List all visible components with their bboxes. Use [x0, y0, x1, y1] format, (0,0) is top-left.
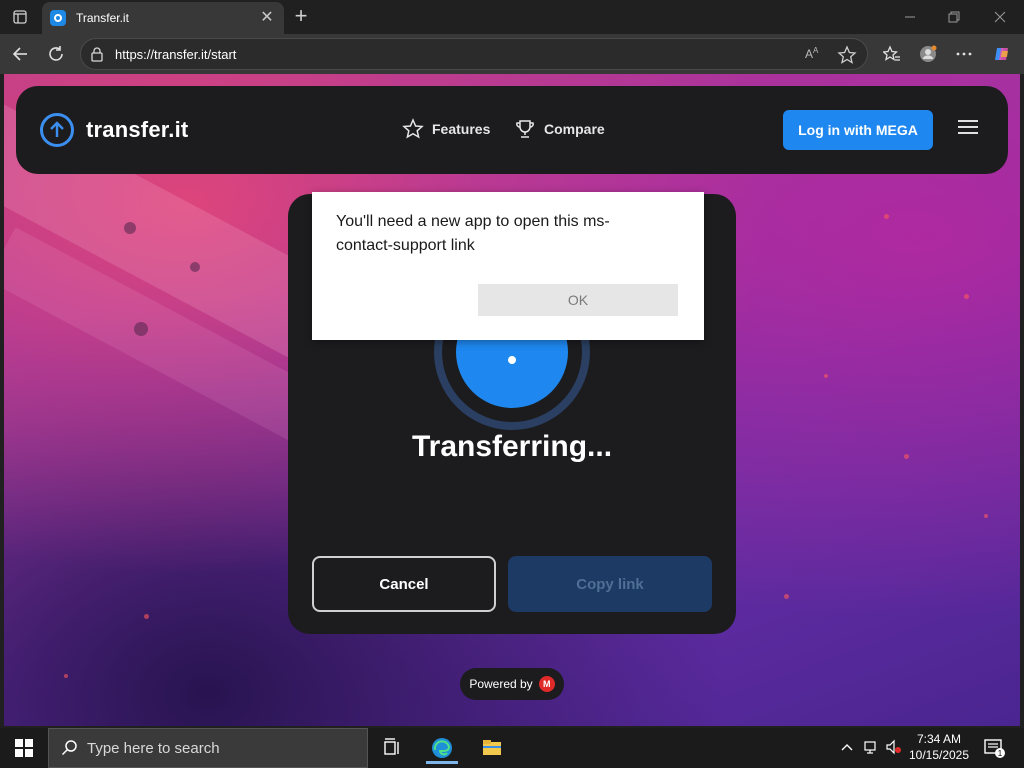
transfer-favicon-icon: [50, 10, 66, 26]
page-viewport: transfer.it Features Compare Log in with…: [4, 74, 1020, 726]
url-text[interactable]: https://transfer.it/start: [115, 47, 236, 62]
cancel-button[interactable]: Cancel: [312, 556, 496, 612]
background-speck: [134, 322, 148, 336]
background-speck: [144, 614, 149, 619]
browser-titlebar: Transfer.it ✕ +: [0, 0, 1024, 34]
background-speck: [64, 674, 68, 678]
favorite-star-icon[interactable]: [837, 45, 857, 65]
profile-avatar-icon[interactable]: [914, 40, 942, 68]
hamburger-menu-icon[interactable]: [956, 116, 980, 140]
clock-time: 7:34 AM: [916, 732, 962, 746]
tab-actions-icon[interactable]: [6, 4, 34, 30]
logo-text: transfer.it: [86, 117, 189, 142]
copilot-icon[interactable]: [988, 40, 1016, 68]
search-placeholder: Type here to search: [87, 739, 220, 757]
task-view-icon[interactable]: [372, 732, 412, 764]
background-speck: [124, 222, 136, 234]
background-speck: [824, 374, 828, 378]
back-arrow-icon[interactable]: [6, 40, 34, 68]
restore-icon[interactable]: [932, 4, 976, 30]
copy-link-button[interactable]: Copy link: [508, 556, 712, 612]
read-aloud-icon[interactable]: AA: [805, 46, 823, 64]
browser-tab[interactable]: Transfer.it ✕: [42, 2, 284, 34]
background-speck: [784, 594, 789, 599]
nav-compare-link[interactable]: Compare: [514, 118, 605, 140]
search-icon: [61, 740, 77, 756]
nav-features-label: Features: [432, 121, 491, 137]
tab-title: Transfer.it: [76, 11, 129, 25]
address-bar[interactable]: https://transfer.it/start AA: [80, 38, 868, 70]
background-speck: [984, 514, 988, 518]
volume-muted-icon[interactable]: [884, 738, 902, 756]
windows-start-icon[interactable]: [0, 728, 48, 768]
powered-by-label: Powered by: [469, 677, 533, 691]
edge-browser-icon[interactable]: [422, 732, 462, 764]
background-speck: [904, 454, 909, 459]
star-outline-icon: [402, 118, 424, 139]
notification-center-icon[interactable]: 1: [982, 736, 1006, 760]
windows-taskbar: Type here to search 7:34 AM 10/15/2025 1: [0, 728, 1024, 768]
upload-arrow-icon: [40, 113, 74, 147]
powered-by-mega-badge[interactable]: Powered by M: [460, 668, 564, 700]
background-speck: [964, 294, 969, 299]
taskbar-search-box[interactable]: Type here to search: [48, 728, 368, 768]
more-options-icon[interactable]: [950, 40, 978, 68]
clock-date: 10/15/2025: [908, 748, 970, 762]
trophy-icon: [516, 120, 534, 138]
nav-features-link[interactable]: Features: [402, 118, 490, 140]
network-icon[interactable]: [862, 738, 880, 756]
background-speck: [190, 262, 200, 272]
file-explorer-icon[interactable]: [472, 732, 512, 764]
dialog-message: You'll need a new app to open this ms-co…: [336, 213, 610, 254]
active-app-indicator: [426, 761, 458, 764]
browser-toolbar: https://transfer.it/start AA: [0, 34, 1024, 74]
background-speck: [884, 214, 889, 219]
close-window-icon[interactable]: [978, 4, 1022, 30]
minimize-icon[interactable]: [888, 4, 932, 30]
nav-compare-label: Compare: [544, 121, 605, 137]
site-header: transfer.it Features Compare Log in with…: [16, 86, 1008, 174]
show-hidden-icons-chevron-icon[interactable]: [838, 738, 856, 756]
open-app-dialog: You'll need a new app to open this ms-co…: [312, 192, 704, 340]
tab-close-icon[interactable]: ✕: [258, 10, 276, 26]
refresh-icon[interactable]: [42, 40, 70, 68]
login-with-mega-button[interactable]: Log in with MEGA: [783, 110, 933, 150]
notification-count: 1: [998, 749, 1003, 758]
favorites-icon[interactable]: [878, 40, 906, 68]
transfer-it-logo[interactable]: transfer.it: [40, 112, 188, 148]
progress-indicator-dot: [508, 356, 516, 364]
site-info-icon[interactable]: [89, 46, 105, 62]
system-clock[interactable]: 7:34 AM 10/15/2025: [906, 731, 972, 763]
transfer-status-text: Transferring...: [411, 430, 613, 463]
new-tab-icon[interactable]: +: [288, 5, 314, 29]
mega-logo-icon: M: [538, 676, 555, 692]
dialog-ok-button[interactable]: OK: [478, 284, 678, 316]
